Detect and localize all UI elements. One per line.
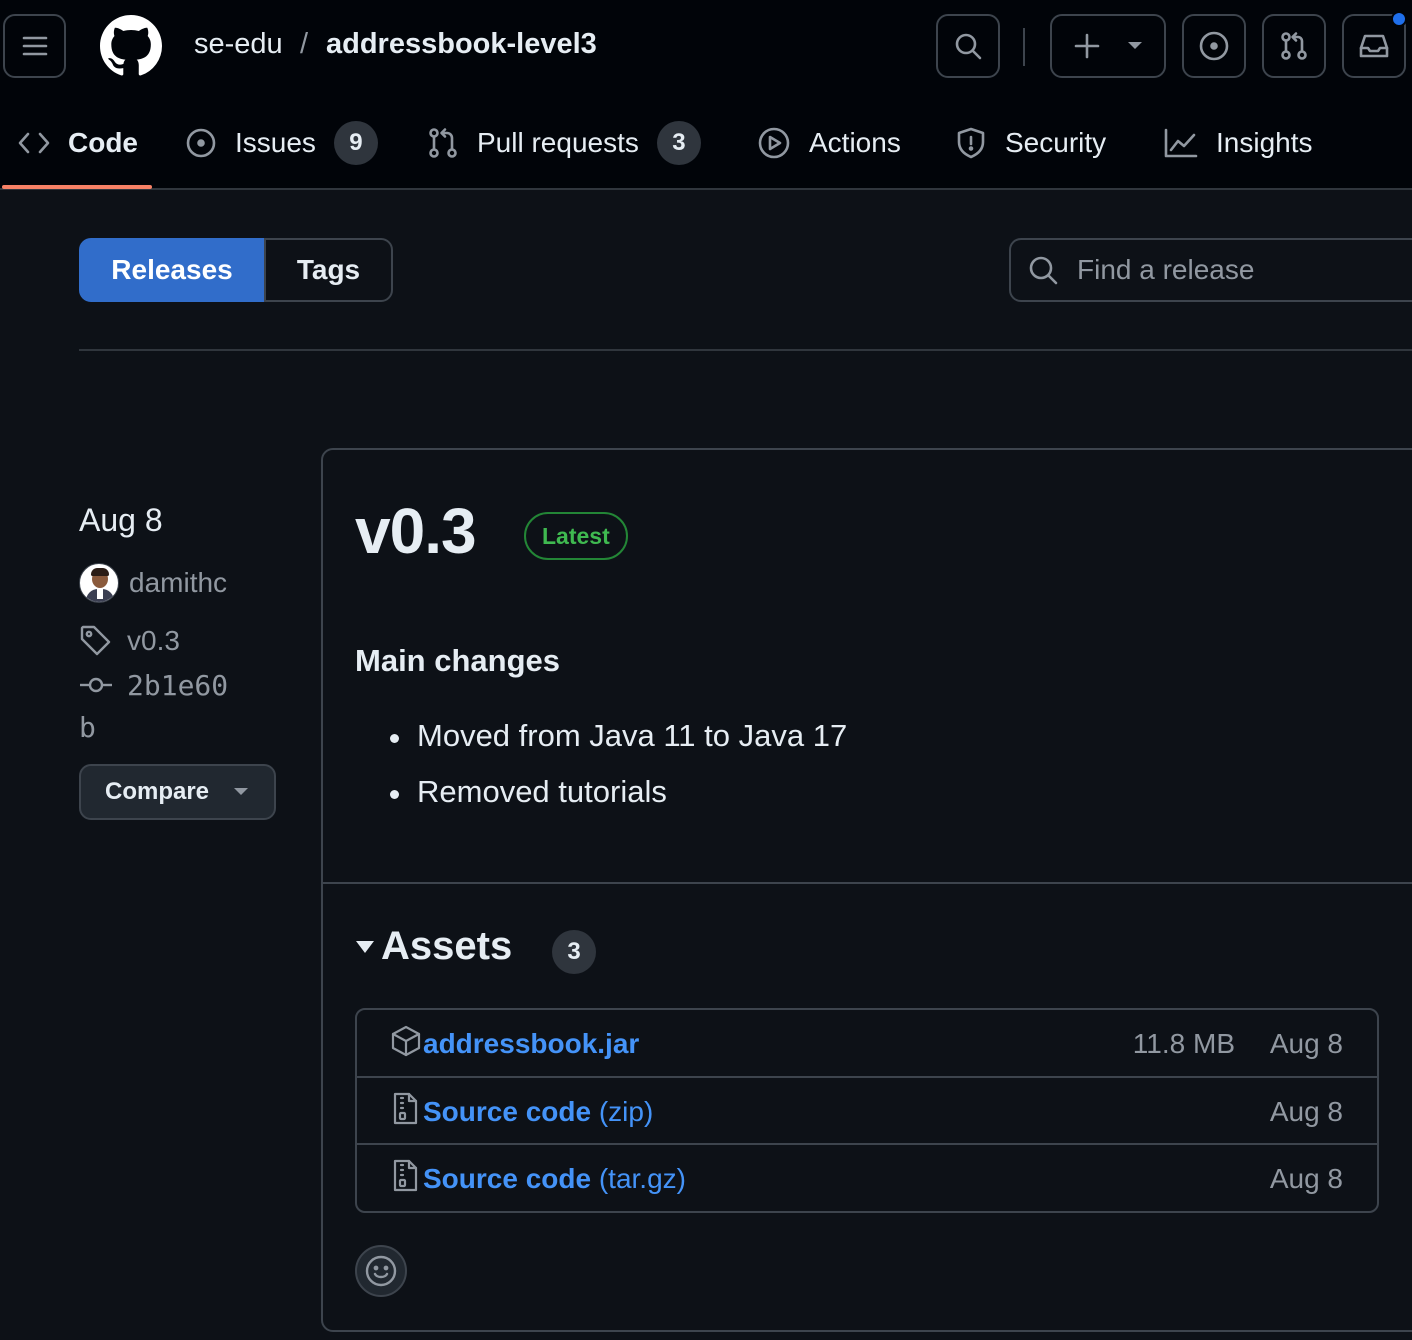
tab-pull-requests-label: Pull requests [477,127,639,158]
tab-code[interactable]: Code [18,120,138,166]
git-commit-icon [80,677,112,693]
find-release-input[interactable]: Find a release [1009,238,1412,302]
breadcrumb-owner[interactable]: se-edu [194,28,283,61]
issues-button[interactable] [1182,14,1246,78]
plus-icon [1074,33,1100,59]
file-zip-icon [391,1159,419,1198]
asset-row: Source code (tar.gz) Aug 8 [357,1145,1377,1212]
tab-insights[interactable]: Insights [1164,120,1313,166]
breadcrumb-repo[interactable]: addressbook-level3 [326,28,597,61]
github-mark-icon [100,15,162,76]
inbox-icon [1359,34,1389,58]
triangle-down-icon [356,940,374,953]
release-notes-heading: Main changes [355,643,560,678]
find-release-placeholder: Find a release [1077,254,1255,285]
tab-issues[interactable]: Issues 9 [185,120,378,166]
add-reaction-button[interactable] [355,1245,407,1297]
play-icon [758,127,790,159]
asset-name: Source code [423,1095,592,1127]
tab-security[interactable]: Security [955,120,1106,166]
bullet-dot [390,734,399,743]
release-date: Aug 8 [79,502,163,538]
commit-sha: 2b1e60 [127,668,229,702]
selected-tab-indicator [2,185,152,189]
tab-security-label: Security [1005,127,1107,158]
search-icon [955,33,982,60]
global-header: se-edu / addressbook-level3 [0,0,1412,92]
search-icon [1029,256,1058,285]
asset-date: Aug 8 [1269,1095,1343,1127]
tab-actions-label: Actions [809,127,901,158]
pull-requests-button[interactable] [1262,14,1326,78]
asset-date: Aug 8 [1269,1027,1343,1059]
asset-size: 11.8 MB [1132,1027,1235,1059]
tab-issues-label: Issues [235,127,316,158]
tag-name: v0.3 [127,625,180,656]
card-divider [323,882,1412,884]
asset-ext: (tar.gz) [591,1162,686,1194]
pull-requests-count: 3 [656,121,701,165]
assets-count: 3 [552,930,596,974]
menu-button[interactable] [3,14,66,78]
file-zip-icon [391,1092,419,1131]
release-notes-item-text: Removed tutorials [417,774,667,809]
asset-link[interactable]: Source code (zip) [423,1096,653,1128]
tab-insights-label: Insights [1216,127,1313,158]
graph-icon [1164,128,1198,158]
releases-tab-button[interactable]: Releases [79,238,265,302]
tab-code-label: Code [68,127,138,158]
assets-title: Assets [381,924,513,968]
tab-actions[interactable]: Actions [757,120,901,166]
tags-tab-label: Tags [296,254,361,285]
compare-label: Compare [105,778,210,805]
search-button[interactable] [936,14,1000,78]
issue-opened-icon [186,128,216,158]
tag-icon [80,625,111,656]
bullet-dot [390,790,399,799]
release-notes-item: Removed tutorials [390,774,667,810]
issues-count: 9 [333,121,378,165]
release-notes-item: Moved from Java 11 to Java 17 [390,718,847,754]
asset-link[interactable]: Source code (tar.gz) [423,1163,686,1195]
asset-date: Aug 8 [1269,1162,1343,1194]
author-name: damithc [129,567,228,598]
section-divider [79,349,1412,351]
asset-row: addressbook.jar 11.8 MB Aug 8 [357,1010,1377,1077]
shield-icon [957,127,985,159]
release-tag[interactable]: v0.3 [79,624,180,658]
latest-badge: Latest [524,512,628,560]
asset-name: addressbook.jar [423,1027,640,1059]
assets-list: addressbook.jar 11.8 MB Aug 8 Source cod… [355,1008,1379,1213]
release-notes-item-text: Moved from Java 11 to Java 17 [417,718,848,753]
asset-name: Source code [423,1162,592,1194]
breadcrumb-separator: / [300,28,309,60]
issue-opened-icon [1199,31,1229,61]
tags-tab-button[interactable]: Tags [264,238,393,302]
header-divider [1023,28,1025,66]
triangle-down-icon [1128,42,1142,49]
smiley-icon [365,1255,397,1287]
create-new-button[interactable] [1050,14,1166,78]
triangle-down-icon [234,788,249,795]
asset-link[interactable]: addressbook.jar [423,1028,639,1060]
releases-tab-label: Releases [111,254,233,285]
hamburger-icon [22,36,47,56]
package-icon [391,1025,421,1062]
release-author[interactable]: damithc [79,563,227,603]
git-pull-request-icon [429,128,457,158]
assets-toggle[interactable]: Assets [355,924,512,969]
notification-dot [1391,11,1407,27]
avatar [79,563,119,603]
asset-ext: (zip) [591,1095,654,1127]
code-icon [18,132,50,154]
release-commit[interactable]: 2b1e60 [79,668,228,702]
commit-sha-wrap[interactable]: b [79,711,96,744]
git-pull-request-icon [1281,32,1307,60]
release-title[interactable]: v0.3 [355,494,477,568]
asset-row: Source code (zip) Aug 8 [357,1078,1377,1145]
tab-pull-requests[interactable]: Pull requests 3 [427,120,701,166]
compare-button[interactable]: Compare [79,764,276,820]
github-logo[interactable] [100,15,162,77]
